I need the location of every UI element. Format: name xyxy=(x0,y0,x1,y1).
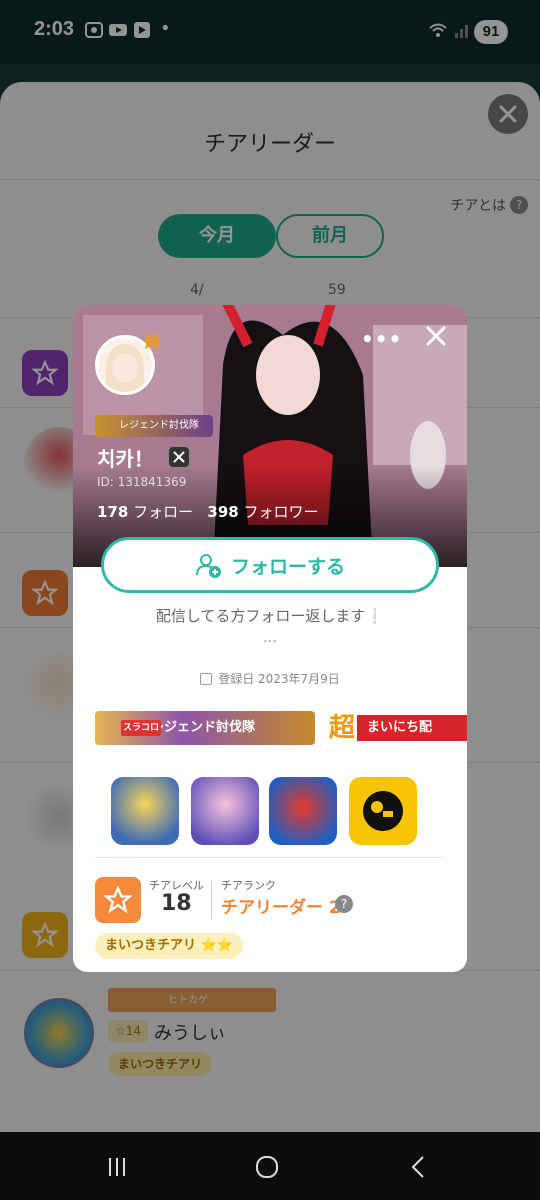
follow-button[interactable]: フォローする xyxy=(101,537,439,593)
more-options-button[interactable]: ••• xyxy=(361,327,402,351)
brawl-stars-icon[interactable] xyxy=(349,777,417,845)
profile-user-id: ID: 131841369 xyxy=(97,475,187,489)
recent-apps-button[interactable] xyxy=(102,1152,132,1182)
legend-badge-label: レジェンド討伐隊 xyxy=(151,720,256,735)
x-social-link[interactable] xyxy=(168,446,190,468)
back-button[interactable] xyxy=(404,1152,434,1182)
calendar-icon xyxy=(200,673,213,685)
following-label[interactable]: フォロー xyxy=(133,503,193,521)
super-badge-mark: 超 xyxy=(329,713,356,743)
registration-date-text: 登録日 2023年7月9日 xyxy=(218,672,340,686)
game-list xyxy=(111,777,441,845)
registration-date: 登録日 2023年7月9日 xyxy=(73,670,467,687)
follow-button-label: フォローする xyxy=(230,555,345,578)
modal-close-button[interactable] xyxy=(423,323,449,349)
following-count[interactable]: 178 xyxy=(97,503,128,521)
profile-legend-badge: レジェンド討伐隊 xyxy=(95,415,213,437)
badge-row: スラコロ レジェンド討伐隊 超 まいにち配 xyxy=(95,711,467,745)
x-logo-icon xyxy=(173,451,185,463)
legend-raid-badge[interactable]: スラコロ レジェンド討伐隊 xyxy=(95,711,315,745)
anime-idol-game-icon[interactable] xyxy=(191,777,259,845)
daily-stream-badge[interactable]: まいにち配 xyxy=(357,715,467,741)
profile-bio: 配信してる方フォロー返します❕ xyxy=(155,607,385,625)
system-nav-bar xyxy=(0,1132,540,1200)
star-icon xyxy=(104,886,132,914)
daily-cheer-pill: まいつきチアリ ⭐⭐ xyxy=(95,933,243,959)
cheer-rank-label: チアランク xyxy=(221,879,276,892)
followers-label[interactable]: フォロワー xyxy=(244,503,319,521)
super-mark: 超 xyxy=(145,333,161,351)
follow-stats: 178 フォロー 398 フォロワー xyxy=(97,501,319,522)
avatar-illustration xyxy=(98,338,152,392)
profile-modal: 超 レジェンド討伐隊 치카！ ID: 131841369 178 フォロー 39… xyxy=(73,305,467,972)
home-button[interactable] xyxy=(252,1152,282,1182)
cheer-rank-value: チアリーダー 2 xyxy=(221,898,341,918)
skull-icon xyxy=(363,791,403,831)
cheer-level-value: 18 xyxy=(161,891,192,916)
profile-username: 치카！ xyxy=(97,447,154,471)
legend-badge-prefix: スラコロ xyxy=(121,720,162,736)
divider xyxy=(95,857,445,858)
divider xyxy=(211,881,212,919)
monster-strike-icon[interactable] xyxy=(269,777,337,845)
add-user-icon xyxy=(195,554,221,578)
seven-deadly-sins-icon[interactable] xyxy=(111,777,179,845)
cheer-level-icon xyxy=(95,877,141,923)
rank-help-icon[interactable]: ? xyxy=(335,895,353,913)
followers-count[interactable]: 398 xyxy=(207,503,238,521)
bio-expand[interactable]: … xyxy=(73,630,467,646)
